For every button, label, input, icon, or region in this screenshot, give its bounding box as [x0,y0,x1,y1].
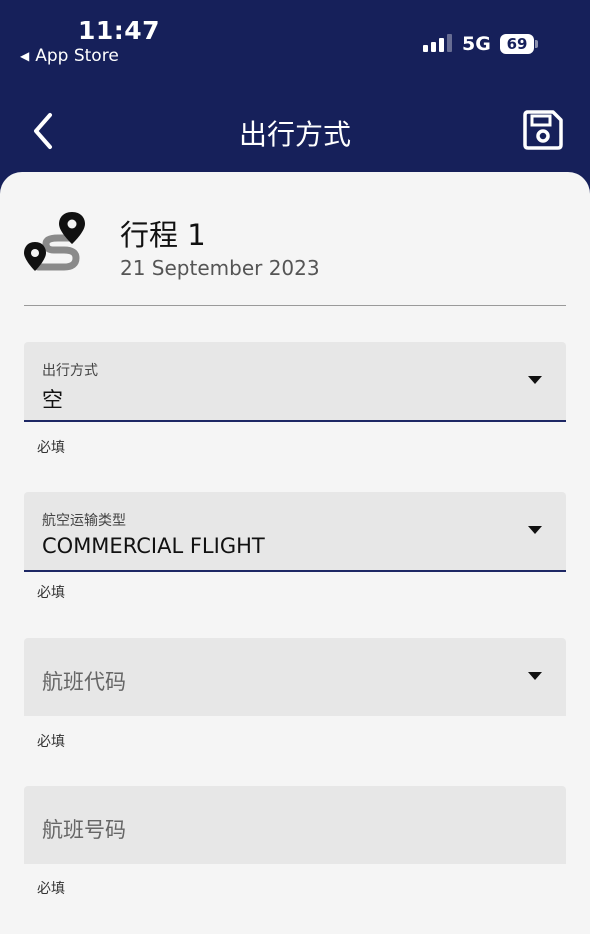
air-transport-type-label: 航空运输类型 [42,513,126,529]
travel-mode-helper: 必填 [37,440,65,456]
cellular-signal-icon [423,34,452,52]
navigation-bar: 出行方式 [0,95,590,165]
trip-title: 行程 1 [120,218,206,252]
trip-header: 行程 1 21 September 2023 [24,212,566,306]
flight-code-helper: 必填 [37,734,65,750]
status-time: 11:47 [78,16,161,45]
route-pins-icon [24,212,85,271]
network-type: 5G [462,33,491,55]
travel-mode-label: 出行方式 [42,363,98,379]
dropdown-arrow-icon [528,672,542,680]
travel-mode-value: 空 [42,388,63,412]
back-to-app-link[interactable]: ◀ App Store [20,46,119,66]
form-panel: 行程 1 21 September 2023 出行方式 空 必填 航空运输类型 … [0,172,590,934]
flight-code-placeholder: 航班代码 [42,670,126,694]
battery-icon: 69 [500,34,538,54]
travel-mode-select[interactable]: 出行方式 空 [24,342,566,422]
page-title: 出行方式 [238,118,351,151]
flight-number-helper: 必填 [37,881,65,897]
trip-date: 21 September 2023 [120,256,320,280]
flight-number-placeholder: 航班号码 [42,818,126,842]
flight-number-input[interactable]: 航班号码 [24,786,566,864]
back-triangle-icon: ◀ [20,49,30,63]
flight-code-select[interactable]: 航班代码 [24,638,566,716]
battery-level: 69 [500,34,535,54]
save-button[interactable] [522,109,564,151]
floppy-disk-icon [523,110,563,150]
divider [24,305,566,306]
air-transport-type-helper: 必填 [37,585,65,601]
air-transport-type-select[interactable]: 航空运输类型 COMMERCIAL FLIGHT [24,492,566,572]
status-bar: 11:47 ◀ App Store 5G 69 [0,0,590,80]
air-transport-type-value: COMMERCIAL FLIGHT [42,534,265,558]
back-to-app-label: App Store [35,46,119,66]
dropdown-arrow-icon [528,526,542,534]
dropdown-arrow-icon [528,376,542,384]
